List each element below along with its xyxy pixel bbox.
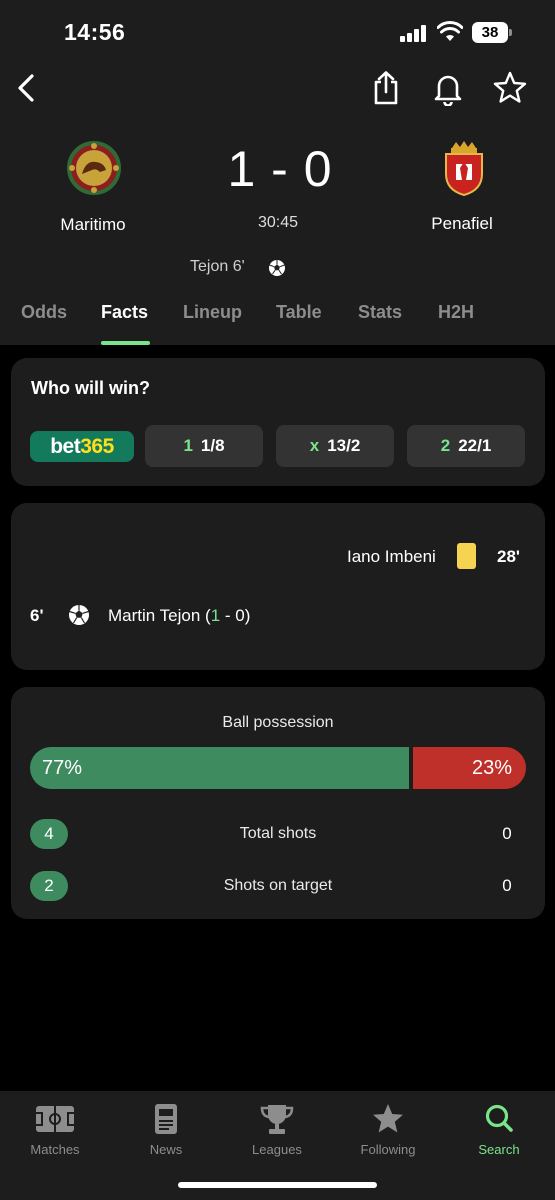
possession-away-bar: 23% [413, 747, 526, 789]
away-team-crest-icon[interactable] [436, 140, 492, 196]
home-team-name[interactable]: Maritimo [23, 215, 163, 235]
away-team-name[interactable]: Penafiel [392, 214, 532, 234]
nav-search[interactable]: Search [449, 1103, 549, 1157]
nav-matches[interactable]: Matches [5, 1103, 105, 1157]
tab-facts[interactable]: Facts [101, 302, 148, 323]
stats-card: Ball possession 77% 23% 4 Total shots 0 … [11, 687, 545, 919]
battery-icon: 38 [472, 22, 512, 43]
star-icon [373, 1104, 403, 1133]
tab-lineup[interactable]: Lineup [183, 302, 242, 323]
possession-title: Ball possession [222, 714, 334, 731]
goal-event-text[interactable]: Martin Tejon (1 - 0) [108, 606, 250, 626]
tab-table[interactable]: Table [276, 302, 322, 323]
goal-ball-icon [69, 605, 89, 625]
odds-away-win-button[interactable]: 2 22/1 [407, 425, 525, 467]
odds-card-title: Who will win? [31, 378, 150, 398]
possession-home-bar: 77% [30, 747, 409, 789]
tab-stats[interactable]: Stats [358, 302, 402, 323]
card-event-minute: 28' [497, 547, 520, 566]
bell-icon[interactable] [430, 70, 466, 106]
odds-home-win-button[interactable]: 1 1/8 [145, 425, 263, 467]
bet365-logo[interactable]: bet365 [30, 431, 134, 462]
soccer-ball-icon [269, 260, 285, 276]
nav-leagues[interactable]: Leagues [227, 1103, 327, 1157]
match-events-card: Iano Imbeni 28' 6' Martin Tejon (1 - 0) [11, 503, 545, 670]
match-score: 1 - 0 [227, 141, 333, 197]
pitch-icon [36, 1106, 74, 1132]
home-team-crest-icon[interactable] [66, 140, 122, 196]
card-event-player[interactable]: Iano Imbeni [347, 547, 436, 567]
trophy-icon [260, 1105, 294, 1134]
odds-draw-button[interactable]: x 13/2 [276, 425, 394, 467]
search-icon [485, 1104, 513, 1132]
battery-level: 38 [472, 22, 508, 43]
total-shots-label: Total shots [239, 825, 317, 842]
odds-card: Who will win? bet365 1 1/8 x 13/2 2 22/1 [11, 358, 545, 486]
active-tab-indicator [101, 341, 150, 345]
yellow-card-icon [457, 543, 476, 569]
cellular-signal-icon [400, 24, 428, 42]
home-indicator [178, 1182, 377, 1188]
wifi-icon [437, 21, 463, 41]
shots-on-target-away: 0 [502, 876, 512, 895]
nav-following[interactable]: Following [338, 1103, 438, 1157]
shots-on-target-label: Shots on target [223, 877, 333, 894]
tab-h2h[interactable]: H2H [438, 302, 474, 323]
back-arrow-icon[interactable] [10, 70, 46, 106]
possession-away-value: 23% [471, 757, 512, 779]
share-icon[interactable] [368, 70, 404, 106]
goal-scorer-summary: Tejon 6' [190, 258, 245, 275]
total-shots-away: 0 [502, 824, 512, 843]
match-clock: 30:45 [257, 214, 299, 231]
status-time: 14:56 [64, 19, 126, 45]
favorite-star-icon[interactable] [492, 70, 528, 106]
news-icon [155, 1104, 177, 1134]
nav-news[interactable]: News [116, 1103, 216, 1157]
goal-event-minute: 6' [30, 606, 44, 625]
possession-home-value: 77% [42, 757, 83, 779]
tab-odds[interactable]: Odds [21, 302, 67, 323]
